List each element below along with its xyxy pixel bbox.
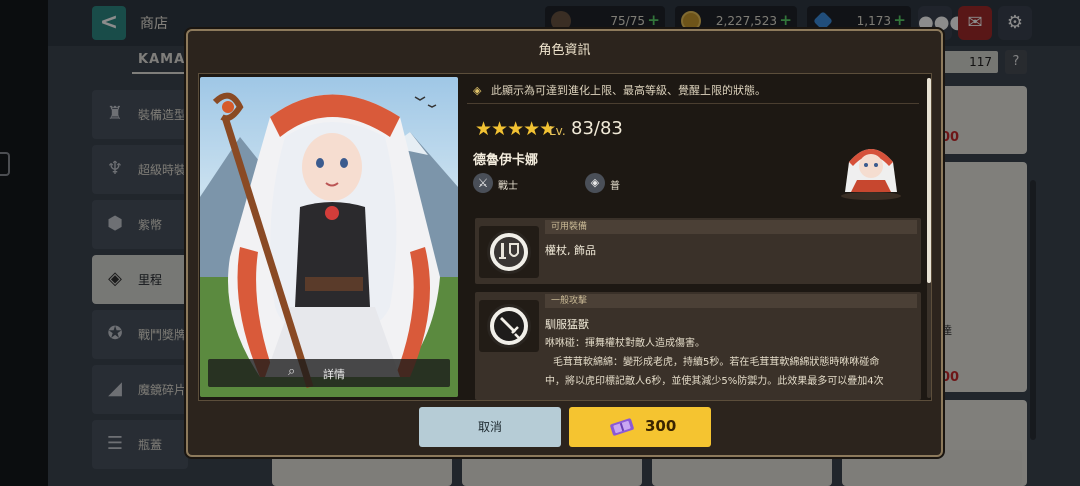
- character-chibi: [841, 149, 901, 200]
- equipment-header: 可用裝備: [545, 220, 917, 234]
- character-illustration: [200, 92, 458, 397]
- sword-shield-icon: [487, 230, 531, 274]
- dialog-body: ⌕ 詳情 ◈ 此顯示為可達到進化上限、最高等級、覺醒上限的狀態。 ★★★★★ L…: [198, 73, 932, 401]
- dagger-icon: [487, 304, 531, 348]
- attack-desc-line: 。: [545, 391, 915, 400]
- star-rating: ★★★★★: [475, 118, 556, 140]
- cancel-button[interactable]: 取消: [419, 407, 561, 447]
- notice-text: 此顯示為可達到進化上限、最高等級、覺醒上限的狀態。: [491, 84, 766, 97]
- attack-header: 一般攻擊: [545, 294, 917, 308]
- class-label: 戰士: [498, 181, 518, 192]
- purchase-price: 300: [645, 417, 677, 435]
- equipment-types: 權杖, 飾品: [545, 244, 596, 257]
- character-portrait: ⌕ 詳情: [200, 77, 458, 397]
- attack-title: 馴服猛獸: [545, 318, 589, 331]
- equipment-icon-box: [479, 226, 539, 278]
- dialog-title: 角色資訊: [538, 43, 591, 58]
- info-scrollbar[interactable]: [927, 78, 931, 398]
- level-prefix: Lv.: [549, 124, 566, 138]
- attack-description: 咻咻碰：揮舞權杖對敵人造成傷害。 毛茸茸軟綿綿：變形成老虎，持續5秒。若在毛茸茸…: [545, 334, 915, 400]
- purchase-button[interactable]: 300: [569, 407, 711, 447]
- equipment-section: 可用裝備 權杖, 飾品: [475, 218, 921, 284]
- normal-attack-section: 一般攻擊 馴服猛獸 咻咻碰：揮舞權杖對敵人造成傷害。 毛茸茸軟綿綿：變形成老虎，…: [475, 292, 921, 400]
- diamond-bullet-icon: ◈: [473, 84, 482, 97]
- attack-desc-line: 中，將以虎印標記敵人6秒，並使其減少5%防禦力。此效果最多可以疊加4次: [545, 376, 884, 387]
- level-value: 83/83: [571, 118, 623, 139]
- scrollbar-thumb[interactable]: [927, 78, 931, 283]
- attack-desc-line: 毛茸茸軟綿綿：變形成老虎，持續5秒。若在毛茸茸軟綿綿狀態時咻咻碰命: [553, 357, 880, 368]
- attribute-label: 普: [610, 181, 620, 192]
- character-info-dialog: 角色資訊 ⌕ 詳情 ◈ 此顯示為可達到進化上限、最高等級、覺醒上限的狀態。 ★★…: [186, 29, 943, 457]
- mileage-ticket-icon: [610, 418, 634, 436]
- attack-desc-line: 咻咻碰：揮舞權杖對敵人造成傷害。: [545, 338, 705, 349]
- attack-icon-box: [479, 300, 539, 352]
- search-icon: ⌕: [288, 364, 296, 379]
- detail-label: 詳情: [323, 368, 345, 381]
- character-name: 德魯伊卡娜: [473, 153, 539, 168]
- character-info-panel: ◈ 此顯示為可達到進化上限、最高等級、覺醒上限的狀態。 ★★★★★ Lv. 83…: [467, 74, 923, 400]
- detail-button[interactable]: ⌕ 詳情: [208, 359, 450, 387]
- attribute-diamond-icon: ◈: [585, 173, 605, 193]
- max-state-notice: ◈ 此顯示為可達到進化上限、最高等級、覺醒上限的狀態。: [467, 80, 919, 104]
- crossed-swords-icon: ⚔: [473, 173, 493, 193]
